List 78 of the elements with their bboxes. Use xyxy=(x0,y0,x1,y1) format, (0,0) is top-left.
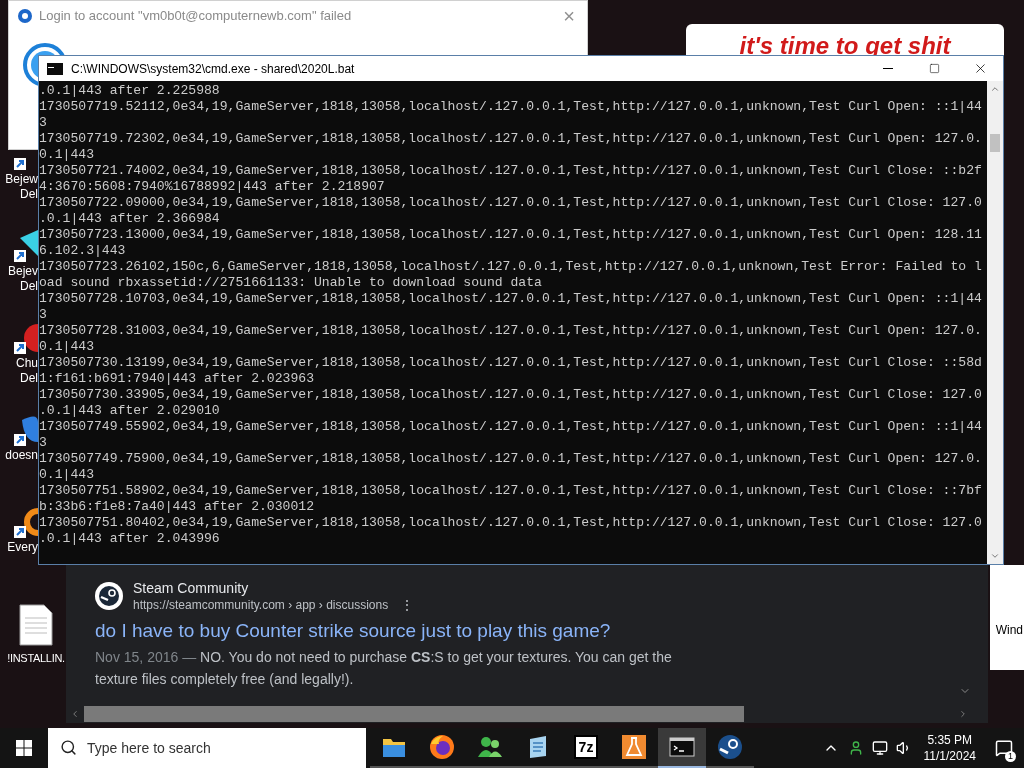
console-line: 1730507722.09000,0e34,19,GameServer,1818,13058,localhost/.127.0.0.1,Test,http://127.0.0.1,unknown,Test Curl Close: 127.0 xyxy=(39,195,982,211)
minimize-icon xyxy=(883,68,893,69)
scrollbar-thumb[interactable] xyxy=(84,706,744,722)
console-line: .0.1|443 after 2.029010 xyxy=(39,403,220,419)
scroll-right-icon xyxy=(958,709,968,719)
console-line: 1730507728.31003,0e34,19,GameServer,1818,13058,localhost/.127.0.0.1,Test,http://127.0.0.1,unknown,Test Curl Open: 127.0. xyxy=(39,323,982,339)
notification-icon xyxy=(995,739,1013,757)
gem-icon xyxy=(14,228,38,264)
notification-count: 1 xyxy=(1005,751,1016,762)
search-field[interactable]: Type here to search xyxy=(48,728,366,768)
taskbar-app[interactable]: 7z xyxy=(562,728,610,768)
notification-button[interactable]: 1 xyxy=(984,728,1024,768)
network-icon xyxy=(871,740,888,756)
console-line: 3 xyxy=(39,115,47,131)
terminal-icon xyxy=(47,62,63,75)
icon-label: Chu xyxy=(16,356,38,371)
clock-time: 5:35 PM xyxy=(927,732,973,748)
site-icon xyxy=(95,582,123,610)
console-line: 1730507723.13000,0e34,19,GameServer,1818,13058,localhost/.127.0.0.1,Test,http://127.0.0.1,unknown,Test Curl Open: 128.11 xyxy=(39,227,982,243)
console-line: 1730507728.10703,0e34,19,GameServer,1818,13058,localhost/.127.0.0.1,Test,http://127.0.0.1,unknown,Test Curl Open: ::1|44 xyxy=(39,291,982,307)
console-line: b:33b6:f1e8:7a40|443 after 2.030012 xyxy=(39,499,314,515)
console-line: 0.1|443 xyxy=(39,467,94,483)
more-button[interactable]: ⋮ xyxy=(400,598,415,612)
icon-label: Del xyxy=(20,279,38,294)
console-line: 1730507730.33905,0e34,19,GameServer,1818,13058,localhost/.127.0.0.1,Test,http://127.0.0.1,unknown,Test Curl Close: 127.0 xyxy=(39,387,982,403)
console-line: .0.1|443 after 2.043996 xyxy=(39,531,220,547)
console-line: 0.1|443 xyxy=(39,339,94,355)
console-line: 3 xyxy=(39,307,47,323)
browser-icon xyxy=(429,734,455,760)
app-icon xyxy=(17,8,33,24)
console-line: oad sound rbxassetid://2751661133: Unable to download sound data xyxy=(39,275,542,291)
maximize-icon xyxy=(928,63,940,74)
result-snippet: Nov 15, 2016 — NO. You do not need to purchase CS:S to get your textures. You can get the texture files completely free (and legally!). xyxy=(95,648,673,689)
icon-label: Every xyxy=(7,540,38,555)
console-line: 0.1|443 xyxy=(39,147,94,163)
window-title: C:\WINDOWS\system32\cmd.exe - shared\2020L.bat xyxy=(71,60,355,78)
site-name: Steam Community xyxy=(133,579,250,597)
site-url: https://steamcommunity.com › app › discussions xyxy=(133,597,389,613)
tooltip-text: Wind xyxy=(995,622,1024,639)
taskbar-app[interactable] xyxy=(658,728,706,768)
clock-date: 11/1/2024 xyxy=(923,748,976,764)
console-line: 1730507723.26102,150c,6,GameServer,1818,13058,localhost/.127.0.0.1,Test,http://127.0.0.1,unknown,Test Error: Failed to l xyxy=(39,259,982,275)
icon-label: Del xyxy=(20,187,38,202)
windows-icon xyxy=(16,740,32,756)
console-line: 1730507751.58902,0e34,19,GameServer,1818,13058,localhost/.127.0.0.1,Test,http://127.0.0.1,unknown,Test Curl Close: ::7bf xyxy=(39,483,982,499)
archiver-icon: 7z xyxy=(573,735,599,759)
scrollbar-thumb[interactable] xyxy=(990,134,1000,152)
console-line: 1730507751.80402,0e34,19,GameServer,1818,13058,localhost/.127.0.0.1,Test,http://127.0.0.1,unknown,Test Curl Close: 127.0 xyxy=(39,515,982,531)
icon-label: Bejev xyxy=(7,264,38,279)
console-line: 1730507730.13199,0e34,19,GameServer,1818,13058,localhost/.127.0.0.1,Test,http://127.0.0.1,unknown,Test Curl Close: ::58d xyxy=(39,355,982,371)
console-line: .0.1|443 after 2.366984 xyxy=(39,211,220,227)
console-line: 3 xyxy=(39,435,47,451)
search-icon xyxy=(60,739,77,756)
console-line: 6.102.3|443 xyxy=(39,243,126,259)
steam-icon xyxy=(717,734,743,760)
console-line: 1:f161:b691:7940|443 after 2.023963 xyxy=(39,371,314,387)
result-link[interactable]: do I have to buy Counter strike source just to play this game? xyxy=(95,619,988,643)
console-line: 1730507749.55902,0e34,19,GameServer,1818,13058,localhost/.127.0.0.1,Test,http://127.0.0.1,unknown,Test Curl Open: ::1|44 xyxy=(39,419,982,435)
console-line: 1730507719.72302,0e34,19,GameServer,1818,13058,localhost/.127.0.0.1,Test,http://127.0.0.1,unknown,Test Curl Open: 127.0. xyxy=(39,131,982,147)
flask-icon xyxy=(622,735,646,759)
document-icon xyxy=(19,604,53,646)
folder-icon xyxy=(382,736,406,758)
dialog-title: Login to account "vm0b0t@computernewb.com" failed xyxy=(39,7,352,26)
icon-label: !INSTALLIN. xyxy=(7,651,65,666)
console-line: .0.1|443 after 2.225988 xyxy=(39,83,220,99)
console-line: 4:3670:5608:7940%16788992|443 after 2.218907 xyxy=(39,179,385,195)
icon-label: Del xyxy=(20,371,38,386)
console-line: 1730507721.74002,0e34,19,GameServer,1818,13058,localhost/.127.0.0.1,Test,http://127.0.0.1,unknown,Test Curl Close: ::b2f xyxy=(39,163,982,179)
scroll-up-icon xyxy=(990,84,1000,94)
scrollbar[interactable] xyxy=(987,81,1003,564)
scroll-down-icon xyxy=(990,551,1000,561)
console-line: 1730507719.52112,0e34,19,GameServer,1818,13058,localhost/.127.0.0.1,Test,http://127.0.0.1,unknown,Test Curl Open: ::1|44 xyxy=(39,99,982,115)
icon-label: doesn xyxy=(5,448,38,463)
scroll-left-icon xyxy=(70,709,80,719)
terminal-icon xyxy=(669,737,695,757)
people-icon xyxy=(477,735,503,759)
icon-label: Bejew xyxy=(5,172,38,187)
console-line: 1730507749.75900,0e34,19,GameServer,1818,13058,localhost/.127.0.0.1,Test,http://127.0.0.1,unknown,Test Curl Open: 127.0. xyxy=(39,451,982,467)
